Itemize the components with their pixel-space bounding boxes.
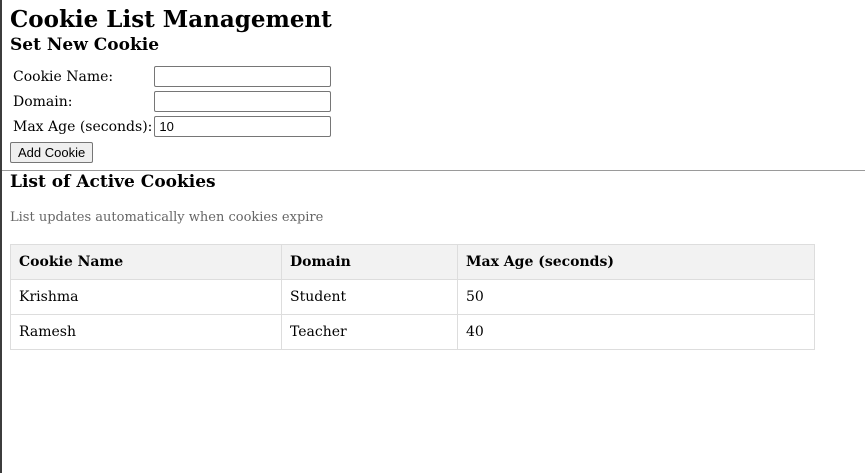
page: Cookie List Management Set New Cookie Co… (2, 0, 865, 350)
cookie-form: Cookie Name: Domain: Max Age (seconds): (11, 66, 332, 141)
domain-row: Domain: (11, 91, 332, 116)
table-row: Krishma Student 50 (10, 279, 815, 315)
max-age-label: Max Age (seconds): (13, 119, 153, 135)
cookie-name-input[interactable] (154, 66, 332, 87)
domain-label: Domain: (13, 94, 73, 110)
list-note: List updates automatically when cookies … (10, 210, 324, 225)
cell-max-age: 50 (457, 279, 815, 315)
cell-cookie-name: Ramesh (10, 314, 282, 350)
cell-cookie-name: Krishma (10, 279, 282, 315)
max-age-input[interactable] (154, 116, 332, 137)
column-header-domain: Domain (281, 244, 458, 280)
cell-domain: Student (281, 279, 458, 315)
add-cookie-button[interactable]: Add Cookie (10, 142, 94, 163)
column-header-max-age: Max Age (seconds) (457, 244, 815, 280)
form-heading: Set New Cookie (10, 35, 160, 55)
column-header-cookie-name: Cookie Name (10, 244, 282, 280)
cell-max-age: 40 (457, 314, 815, 350)
cookies-table: Cookie Name Domain Max Age (seconds) Kri… (10, 244, 815, 350)
name-row: Cookie Name: (11, 66, 332, 91)
cookie-name-label: Cookie Name: (13, 69, 114, 85)
cell-domain: Teacher (281, 314, 458, 350)
domain-input[interactable] (154, 91, 332, 112)
table-header-row: Cookie Name Domain Max Age (seconds) (10, 244, 815, 280)
page-title: Cookie List Management (10, 6, 332, 33)
list-heading: List of Active Cookies (10, 172, 216, 192)
table-row: Ramesh Teacher 40 (10, 314, 815, 350)
maxage-row: Max Age (seconds): (11, 116, 332, 141)
